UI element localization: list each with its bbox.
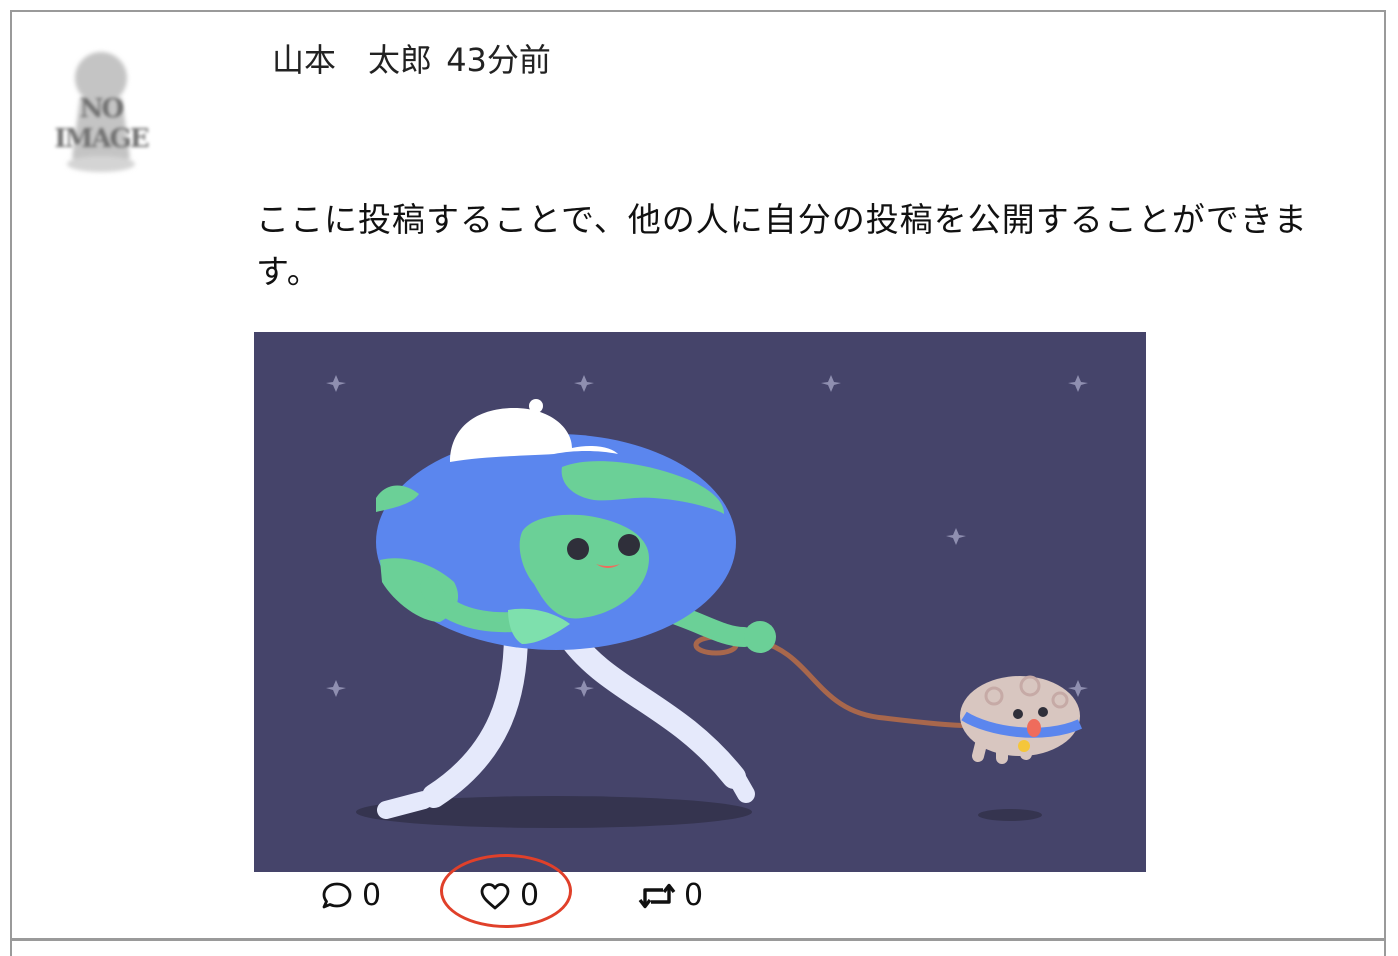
post-divider (10, 938, 1386, 941)
retweet-count: 0 (684, 878, 704, 913)
post-header: 山本 太郎 43分前 (272, 38, 551, 82)
avatar[interactable]: NO IMAGE (36, 40, 166, 180)
like-count: 0 (520, 878, 540, 913)
author-name[interactable]: 山本 太郎 (272, 41, 432, 79)
avatar-placeholder-text: NO IMAGE (54, 94, 149, 154)
retweet-button[interactable]: 0 (638, 878, 703, 914)
heart-icon (480, 883, 510, 910)
like-button[interactable]: 0 (478, 878, 539, 914)
comment-button[interactable]: 0 (320, 878, 381, 914)
post-actions: 0 0 0 (0, 872, 1398, 932)
post-text: ここに投稿することで、他の人に自分の投稿を公開することができます。 (256, 200, 1308, 291)
post-image[interactable] (254, 332, 1146, 872)
speech-bubble-icon (322, 882, 352, 909)
retweet-icon (638, 883, 676, 909)
comment-count: 0 (362, 878, 382, 913)
post-timestamp: 43分前 (446, 41, 551, 79)
